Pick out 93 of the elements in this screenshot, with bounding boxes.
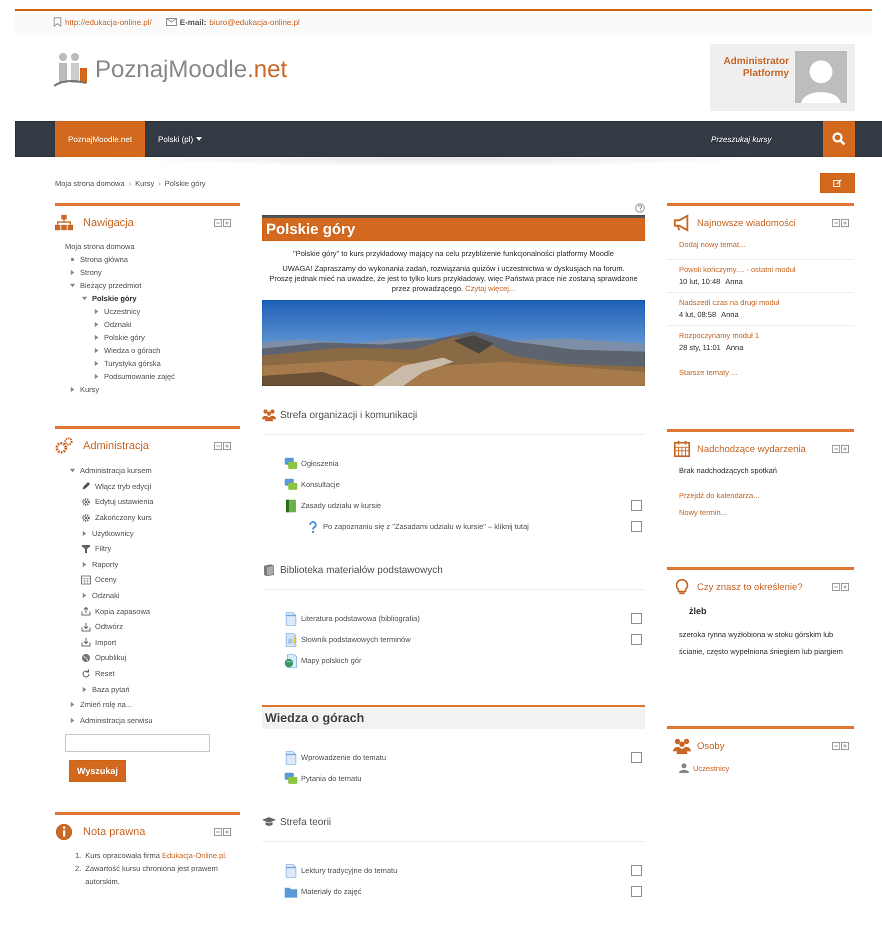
book-icon: [262, 563, 276, 577]
megaphone-icon: [673, 214, 691, 232]
collapsed-arrow-icon[interactable]: [69, 269, 76, 276]
collapsed-arrow-icon[interactable]: [93, 347, 100, 354]
gear-icon: [81, 496, 91, 507]
graduation-cap-icon: [262, 815, 276, 829]
dock-buttons-icon[interactable]: [214, 442, 232, 450]
collapsed-arrow-icon[interactable]: [93, 360, 100, 367]
edit-button[interactable]: [820, 173, 855, 193]
completion-checkbox[interactable]: [631, 865, 642, 876]
collapsed-arrow-icon[interactable]: [81, 686, 88, 693]
lightbulb-icon: [673, 578, 691, 596]
table-icon: [81, 574, 91, 585]
gears-icon: [55, 437, 73, 455]
dock-buttons-icon[interactable]: [832, 445, 850, 453]
dictionary-icon: [284, 632, 298, 646]
collapsed-arrow-icon[interactable]: [69, 701, 76, 708]
completion-checkbox[interactable]: [631, 752, 642, 763]
caret-icon: [196, 137, 202, 141]
book-icon: [284, 498, 298, 512]
hierarchy-icon: [55, 214, 73, 232]
email-link[interactable]: biuro@edukacja-online.pl: [209, 18, 300, 26]
course-search-field[interactable]: Przeszukaj kursy: [709, 121, 823, 157]
filter-icon: [81, 544, 91, 554]
section-label: Strefa organizacji i komunikacji: [280, 410, 418, 420]
bookmark-icon: [53, 17, 62, 27]
expanded-arrow-icon[interactable]: [69, 282, 76, 289]
document-icon: [284, 750, 298, 764]
block-title: Nadchodzące wydarzenia: [697, 444, 807, 454]
section-title: Wiedza o górach: [265, 711, 364, 725]
block-title: Osoby: [697, 740, 726, 752]
upload-icon: [81, 606, 91, 616]
completion-checkbox[interactable]: [631, 521, 642, 532]
nav-menu-item[interactable]: Polski (pl): [145, 121, 216, 157]
completion-checkbox[interactable]: [631, 613, 642, 624]
block-title: Nawigacja: [83, 217, 135, 229]
gear-icon: [81, 512, 91, 523]
block-title: Czy znasz to określenie?: [697, 582, 804, 592]
download-icon: [81, 622, 91, 632]
block-title: Administracja: [83, 440, 150, 452]
website-link[interactable]: http://edukacja-online.pl/: [65, 18, 152, 26]
chat-bubbles-icon: [284, 456, 298, 470]
expanded-arrow-icon[interactable]: [81, 295, 88, 302]
collapsed-arrow-icon[interactable]: [69, 716, 76, 724]
edit-icon: [833, 178, 842, 188]
dock-buttons-icon[interactable]: [214, 219, 232, 227]
envelope-icon: [166, 18, 177, 26]
dock-buttons-icon[interactable]: [832, 742, 850, 750]
search-button[interactable]: [823, 121, 855, 157]
people-icon: [673, 737, 691, 755]
email-label: E-mail:: [180, 18, 206, 26]
search-button[interactable]: Wyszukaj: [69, 760, 126, 782]
info-icon: [55, 823, 73, 842]
document-icon: [284, 612, 298, 626]
completion-checkbox[interactable]: [631, 886, 642, 897]
completion-checkbox[interactable]: [631, 500, 642, 511]
collapsed-arrow-icon[interactable]: [69, 386, 76, 393]
globe-page-icon: [284, 654, 298, 668]
search-input[interactable]: [65, 734, 210, 752]
avatar-icon: [795, 51, 847, 103]
site-logo-text[interactable]: PoznajMoodle.net: [95, 56, 288, 84]
collapsed-arrow-icon[interactable]: [93, 308, 100, 315]
collapsed-arrow-icon[interactable]: [81, 592, 88, 600]
help-icon[interactable]: [635, 203, 645, 213]
dock-buttons-icon[interactable]: [214, 828, 232, 836]
calendar-icon: [673, 440, 691, 458]
chat-bubbles-icon: [284, 478, 298, 492]
expanded-arrow-icon[interactable]: [69, 467, 76, 474]
course-title: Polskie góry: [262, 215, 645, 241]
nav-menu-item[interactable]: PoznajMoodle.net: [55, 121, 146, 157]
section-label: Strefa teorii: [280, 816, 332, 828]
people-icon: [262, 408, 276, 422]
completion-checkbox[interactable]: [631, 634, 642, 645]
collapsed-arrow-icon[interactable]: [81, 530, 88, 537]
glossary-term: żleb: [688, 606, 708, 616]
reset-icon: [81, 668, 91, 679]
search-icon: [832, 132, 846, 146]
collapsed-arrow-icon[interactable]: [81, 560, 88, 568]
dock-buttons-icon[interactable]: [832, 583, 850, 591]
download-icon: [81, 637, 91, 648]
dock-buttons-icon[interactable]: [832, 219, 850, 227]
block-title: Najnowsze wiadomości: [697, 218, 797, 228]
collapsed-arrow-icon[interactable]: [93, 321, 100, 328]
bullet-icon: [69, 256, 76, 263]
collapsed-arrow-icon[interactable]: [93, 373, 100, 380]
chat-bubbles-icon: [284, 772, 298, 786]
block-title: Nota prawna: [83, 826, 146, 838]
document-icon: [284, 864, 298, 878]
pencil-icon: [81, 481, 91, 492]
user-icon: [679, 763, 689, 773]
section-label: Biblioteka materiałów podstawowych: [280, 564, 443, 576]
collapsed-arrow-icon[interactable]: [93, 334, 100, 341]
globe-icon: [81, 652, 91, 663]
